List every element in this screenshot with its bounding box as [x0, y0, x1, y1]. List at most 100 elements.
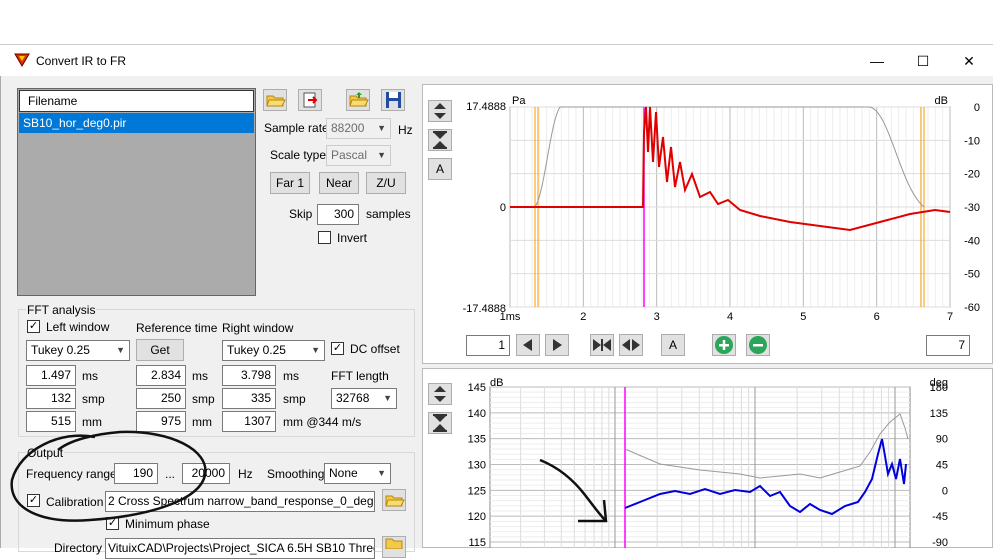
remove-button[interactable] — [746, 334, 770, 356]
title-bar — [0, 44, 993, 76]
right-ms-input[interactable]: 3.798 — [222, 365, 276, 386]
triangle-left-icon — [523, 339, 532, 351]
reference-ms-input[interactable]: 2.834 — [136, 365, 186, 386]
ir-x-axis: 1ms 2 3 4 5 6 7 — [500, 311, 953, 323]
ir-right-tick-label: -30 — [964, 202, 980, 214]
zoom-out-range-button[interactable] — [619, 334, 643, 356]
left-smp-unit: smp — [82, 392, 105, 406]
ir-x-tick-label: 2 — [580, 311, 586, 323]
left-smp-input[interactable]: 132 — [26, 388, 76, 409]
save-button[interactable] — [381, 89, 405, 111]
diverge-icon — [622, 339, 640, 351]
folder-open-icon — [349, 92, 369, 107]
sample-rate-label: Sample rate — [264, 121, 329, 135]
skip-unit: samples — [366, 207, 411, 221]
ir-x-tick-label: 1ms — [500, 311, 521, 323]
ir-y-zero-label: 0 — [500, 202, 506, 214]
chevron-down-icon: ▼ — [116, 345, 125, 355]
fr-right-tick-label: 180 — [930, 382, 948, 394]
reference-ms-unit: ms — [192, 369, 208, 383]
minus-circle-icon — [749, 336, 767, 354]
ir-right-axis: 0 -10 -20 -30 -40 -50 -60 — [964, 102, 980, 314]
ir-y-top-label: 17.4888 — [466, 101, 506, 113]
add-button[interactable] — [712, 334, 736, 356]
skip-input[interactable]: 300 — [317, 204, 359, 225]
fft-length-select[interactable]: 32768 ▼ — [331, 388, 397, 409]
dc-offset-label: DC offset — [350, 342, 400, 356]
ir-x-tick-label: 5 — [800, 311, 806, 323]
ir-x-tick-label: 6 — [874, 311, 880, 323]
sample-rate-select[interactable]: 88200 ▼ — [326, 118, 391, 139]
chevron-down-icon: ▼ — [377, 150, 386, 160]
dc-offset-checkbox[interactable]: ✓ — [331, 342, 344, 355]
fr-right-tick-label: -45 — [932, 511, 948, 523]
ir-right-tick-label: -20 — [964, 169, 980, 181]
ir-right-tick-label: -10 — [964, 135, 980, 147]
export-icon — [303, 92, 318, 108]
ir-right-tick-label: -40 — [964, 235, 980, 247]
file-list-item[interactable]: SB10_hor_deg0.pir — [19, 113, 254, 133]
ir-compress-button[interactable] — [428, 129, 452, 151]
close-button[interactable]: ✕ — [954, 50, 984, 72]
left-window-select[interactable]: Tukey 0.25 ▼ — [26, 340, 130, 361]
fr-left-tick-label: 145 — [468, 382, 486, 394]
reference-smp-input[interactable]: 250 — [136, 388, 186, 409]
file-list[interactable]: Filename SB10_hor_deg0.pir — [17, 88, 256, 296]
ir-x-tick-label: 4 — [727, 311, 733, 323]
fr-expand-button[interactable] — [428, 383, 452, 405]
scale-type-label: Scale type — [270, 148, 327, 162]
ir-right-tick-label: 0 — [974, 102, 980, 114]
left-ms-input[interactable]: 1.497 — [26, 365, 76, 386]
window-title: Convert IR to FR — [36, 54, 127, 68]
maximize-button[interactable]: ☐ — [908, 50, 938, 72]
zu-button[interactable]: Z/U — [366, 172, 406, 194]
fr-right-axis: 180 135 90 45 0 -45 -90 — [930, 382, 948, 548]
fr-right-tick-label: 90 — [936, 434, 948, 446]
get-reference-button[interactable]: Get — [136, 339, 184, 361]
app-icon — [14, 53, 30, 67]
floppy-disk-icon — [386, 92, 401, 108]
annotation-circle — [10, 430, 207, 522]
invert-checkbox[interactable] — [318, 231, 331, 244]
fr-right-tick-label: -90 — [932, 537, 948, 548]
far-button[interactable]: Far 1 — [270, 172, 310, 194]
right-smp-unit: smp — [283, 392, 306, 406]
step-back-button[interactable] — [516, 334, 540, 356]
near-button[interactable]: Near — [319, 172, 359, 194]
converge-icon — [593, 339, 611, 351]
open-folder-button[interactable] — [346, 89, 370, 111]
ir-range-auto-button[interactable]: A — [661, 334, 685, 356]
ir-expand-button[interactable] — [428, 100, 452, 122]
zoom-in-range-button[interactable] — [590, 334, 614, 356]
ir-x-tick-label: 3 — [654, 311, 660, 323]
right-window-select[interactable]: Tukey 0.25 ▼ — [222, 340, 325, 361]
step-forward-button[interactable] — [545, 334, 569, 356]
skip-label: Skip — [289, 207, 313, 221]
ir-start-input[interactable]: 1 — [466, 335, 510, 356]
ir-auto-button[interactable]: A — [428, 158, 452, 180]
plus-circle-icon — [715, 336, 733, 354]
folder-open-icon — [266, 95, 286, 107]
ir-x-tick-label: 7 — [947, 311, 953, 323]
ir-right-tick-label: -60 — [964, 302, 980, 314]
compress-vertical-icon — [433, 131, 447, 149]
file-list-header[interactable]: Filename — [19, 90, 254, 112]
left-window-checkbox[interactable]: ✓ — [27, 320, 40, 333]
fr-left-unit: dB — [490, 377, 503, 389]
invert-label: Invert — [337, 231, 368, 245]
reference-smp-unit: smp — [192, 392, 215, 406]
right-ms-unit: ms — [283, 369, 299, 383]
fr-left-tick-label: 140 — [468, 408, 486, 420]
ir-end-input[interactable]: 7 — [926, 335, 970, 356]
left-window-label: Left window — [46, 320, 110, 334]
minimize-button[interactable]: — — [862, 50, 892, 72]
right-smp-input[interactable]: 335 — [222, 388, 276, 409]
fr-right-tick-label: 135 — [930, 408, 948, 420]
right-window-label: Right window — [222, 321, 294, 335]
expand-vertical-icon — [434, 103, 446, 119]
fr-right-tick-label: 0 — [942, 485, 948, 497]
scale-type-select[interactable]: Pascal ▼ — [326, 145, 391, 166]
open-file-button[interactable] — [263, 89, 287, 111]
export-button[interactable] — [298, 89, 322, 111]
fft-analysis-title: FFT analysis — [26, 303, 97, 317]
